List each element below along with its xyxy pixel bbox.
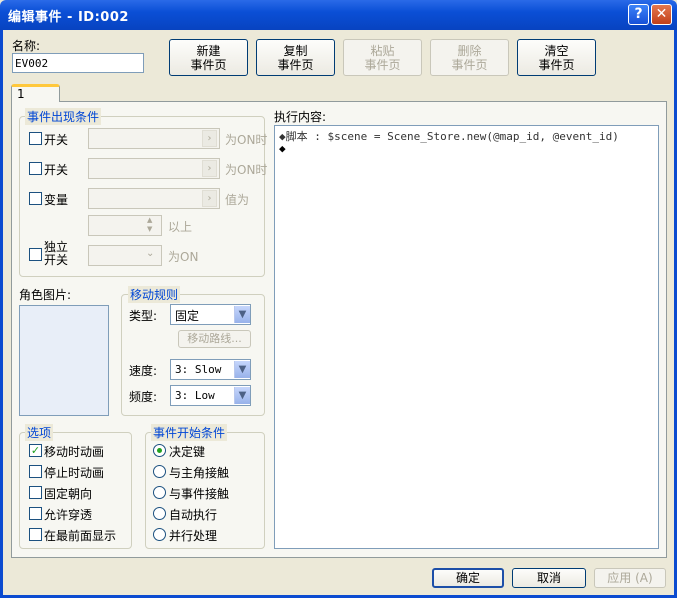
conditions-group-title: 事件出现条件 xyxy=(25,108,102,125)
movement-freq-select[interactable]: 3: Low ▼ xyxy=(170,385,251,406)
self-switch-suffix: 为ON xyxy=(168,250,199,264)
delete-page-label-1: 删除 xyxy=(457,43,482,58)
copy-page-label-1: 复制 xyxy=(283,43,308,58)
option-always-on-top-checkbox[interactable] xyxy=(29,528,42,541)
trigger-parallel-label: 并行处理 xyxy=(169,529,218,543)
new-page-label-2: 事件页 xyxy=(190,57,227,72)
trigger-autorun-radio[interactable] xyxy=(153,507,166,520)
switch2-select[interactable] xyxy=(88,158,220,179)
option-through-label: 允许穿透 xyxy=(44,508,93,522)
delete-page-label-2: 事件页 xyxy=(451,57,488,72)
trigger-event-touch-label: 与事件接触 xyxy=(169,487,230,501)
self-switch-label-2: 开关 xyxy=(44,253,69,267)
variable-spin-icon: ▲ ▼ xyxy=(147,216,153,233)
option-walk-anime-label: 移动时动画 xyxy=(44,445,105,459)
variable-select[interactable] xyxy=(88,188,220,209)
switch1-suffix: 为ON时 xyxy=(225,133,268,147)
paste-page-button[interactable]: 粘贴 事件页 xyxy=(343,39,422,76)
movement-type-label: 类型: xyxy=(129,309,158,323)
window-frame-left xyxy=(0,30,3,598)
trigger-group-title: 事件开始条件 xyxy=(151,424,228,441)
option-walk-anime-checkbox[interactable]: ✓ xyxy=(29,444,42,457)
command-line[interactable]: ◆脚本 : $scene = Scene_Store.new(@map_id, … xyxy=(279,128,619,144)
command-line[interactable]: ◆ xyxy=(279,142,286,155)
new-page-button[interactable]: 新建 事件页 xyxy=(169,39,248,76)
name-input[interactable] xyxy=(12,53,144,73)
variable-above-label: 以上 xyxy=(168,220,193,234)
move-route-button[interactable]: 移动路线... xyxy=(178,330,251,348)
clear-page-label-1: 清空 xyxy=(544,43,569,58)
delete-page-button[interactable]: 删除 事件页 xyxy=(430,39,509,76)
chevron-down-icon: ▼ xyxy=(234,361,250,378)
apply-button[interactable]: 应用 (A) xyxy=(594,568,666,588)
close-button[interactable]: ✕ xyxy=(651,4,672,25)
contents-label: 执行内容: xyxy=(274,110,327,124)
switch2-arrow-icon: › xyxy=(202,160,217,177)
movement-group-title: 移动规则 xyxy=(128,286,181,303)
name-label: 名称: xyxy=(12,39,41,53)
option-step-anime-label: 停止时动画 xyxy=(44,466,105,480)
copy-page-label-2: 事件页 xyxy=(277,57,314,72)
close-icon: ✕ xyxy=(655,6,668,22)
help-button[interactable]: ? xyxy=(628,4,649,25)
ok-button[interactable]: 确定 xyxy=(432,568,504,588)
self-switch-checkbox[interactable] xyxy=(29,248,42,261)
option-direction-fix-checkbox[interactable] xyxy=(29,486,42,499)
self-switch-arrow-icon: ⌄ xyxy=(146,248,155,259)
variable-label: 变量 xyxy=(44,193,69,207)
trigger-parallel-radio[interactable] xyxy=(153,528,166,541)
movement-freq-value: 3: Low xyxy=(175,389,215,402)
options-group-title: 选项 xyxy=(25,424,54,441)
clear-page-label-2: 事件页 xyxy=(538,57,575,72)
switch2-label: 开关 xyxy=(44,163,69,177)
trigger-autorun-label: 自动执行 xyxy=(169,508,218,522)
trigger-action-radio[interactable] xyxy=(153,444,166,457)
movement-speed-select[interactable]: 3: Slow ▼ xyxy=(170,359,251,380)
clear-page-button[interactable]: 清空 事件页 xyxy=(517,39,596,76)
option-step-anime-checkbox[interactable] xyxy=(29,465,42,478)
trigger-action-label: 决定键 xyxy=(169,445,206,459)
self-switch-label: 独立 开关 xyxy=(44,241,68,267)
option-direction-fix-label: 固定朝向 xyxy=(44,487,93,501)
chevron-down-icon: ▼ xyxy=(234,306,250,323)
switch2-checkbox[interactable] xyxy=(29,162,42,175)
switch1-select[interactable] xyxy=(88,128,220,149)
window-title: 编辑事件 - ID:002 xyxy=(8,10,129,25)
movement-type-value: 固定 xyxy=(175,309,200,323)
movement-freq-label: 频度: xyxy=(129,390,158,404)
variable-arrow-icon: › xyxy=(202,190,217,207)
switch1-checkbox[interactable] xyxy=(29,132,42,145)
copy-page-button[interactable]: 复制 事件页 xyxy=(256,39,335,76)
chevron-down-icon: ▼ xyxy=(234,387,250,404)
option-always-on-top-label: 在最前面显示 xyxy=(44,529,117,543)
movement-speed-label: 速度: xyxy=(129,364,158,378)
cancel-button[interactable]: 取消 xyxy=(512,568,586,588)
variable-suffix: 值为 xyxy=(225,193,250,207)
trigger-event-touch-radio[interactable] xyxy=(153,486,166,499)
movement-speed-value: 3: Slow xyxy=(175,363,222,376)
paste-page-label-1: 粘贴 xyxy=(370,43,395,58)
switch2-suffix: 为ON时 xyxy=(225,163,268,177)
trigger-player-touch-label: 与主角接触 xyxy=(169,466,230,480)
graphic-label: 角色图片: xyxy=(19,288,72,302)
trigger-player-touch-radio[interactable] xyxy=(153,465,166,478)
switch1-arrow-icon: › xyxy=(202,130,217,147)
help-icon: ? xyxy=(634,6,643,22)
graphic-preview[interactable] xyxy=(19,305,109,416)
event-command-list[interactable]: ◆脚本 : $scene = Scene_Store.new(@map_id, … xyxy=(274,125,659,549)
new-page-label-1: 新建 xyxy=(196,43,221,58)
tab-page-1[interactable]: 1 xyxy=(11,84,60,102)
switch1-label: 开关 xyxy=(44,133,69,147)
tab-label: 1 xyxy=(17,87,25,101)
variable-checkbox[interactable] xyxy=(29,192,42,205)
movement-type-select[interactable]: 固定 ▼ xyxy=(170,304,251,325)
paste-page-label-2: 事件页 xyxy=(364,57,401,72)
option-through-checkbox[interactable] xyxy=(29,507,42,520)
